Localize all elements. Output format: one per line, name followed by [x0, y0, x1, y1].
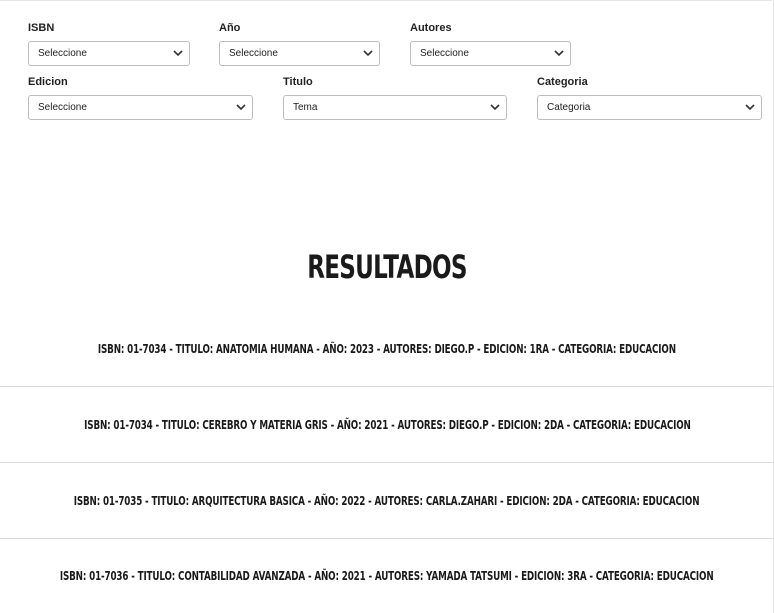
filter-titulo-label: Titulo	[283, 76, 313, 88]
filter-autores: Autores Seleccione	[410, 22, 571, 66]
autores-select[interactable]: Seleccione	[410, 41, 571, 66]
titulo-select[interactable]: Tema	[283, 95, 507, 120]
result-text: ISBN: 01-7034 - TITULO: CEREBRO Y MATERI…	[83, 417, 691, 432]
anio-select-value: Seleccione	[229, 48, 278, 59]
result-row: ISBN: 01-7036 - TITULO: CONTABILIDAD AVA…	[0, 538, 774, 613]
categoria-select-value: Categoria	[547, 102, 591, 113]
anio-select[interactable]: Seleccione	[219, 41, 380, 66]
categoria-select[interactable]: Categoria	[537, 95, 762, 120]
filter-isbn-label: ISBN	[28, 22, 55, 34]
titulo-select-value: Tema	[293, 102, 318, 113]
result-row: ISBN: 01-7035 - TITULO: ARQUITECTURA BAS…	[0, 463, 774, 539]
result-text: ISBN: 01-7036 - TITULO: CONTABILIDAD AVA…	[60, 568, 714, 583]
edicion-select[interactable]: Seleccione	[28, 95, 253, 120]
filter-anio-label: Año	[219, 22, 241, 34]
result-row: ISBN: 01-7034 - TITULO: CEREBRO Y MATERI…	[0, 387, 774, 463]
top-divider	[0, 0, 772, 1]
chevron-down-icon	[363, 50, 373, 57]
result-row: ISBN: 01-7034 - TITULO: ANATOMIA HUMANA …	[0, 311, 774, 387]
chevron-down-icon	[236, 104, 246, 111]
filter-categoria: Categoria Categoria	[537, 76, 762, 120]
edicion-select-value: Seleccione	[38, 102, 87, 113]
result-text: ISBN: 01-7035 - TITULO: ARQUITECTURA BAS…	[74, 493, 700, 508]
filter-isbn: ISBN Seleccione	[28, 22, 190, 66]
isbn-select-value: Seleccione	[38, 48, 87, 59]
results-title: RESULTADOS	[307, 248, 467, 286]
filter-edicion: Edicion Seleccione	[28, 76, 253, 120]
filter-autores-label: Autores	[410, 22, 452, 34]
isbn-select[interactable]: Seleccione	[28, 41, 190, 66]
chevron-down-icon	[745, 104, 755, 111]
result-text: ISBN: 01-7034 - TITULO: ANATOMIA HUMANA …	[98, 341, 677, 356]
chevron-down-icon	[173, 50, 183, 57]
filter-titulo: Titulo Tema	[283, 76, 507, 120]
chevron-down-icon	[490, 104, 500, 111]
filter-edicion-label: Edicion	[28, 76, 68, 88]
chevron-down-icon	[554, 50, 564, 57]
autores-select-value: Seleccione	[420, 48, 469, 59]
filter-categoria-label: Categoria	[537, 76, 588, 88]
filter-anio: Año Seleccione	[219, 22, 380, 66]
